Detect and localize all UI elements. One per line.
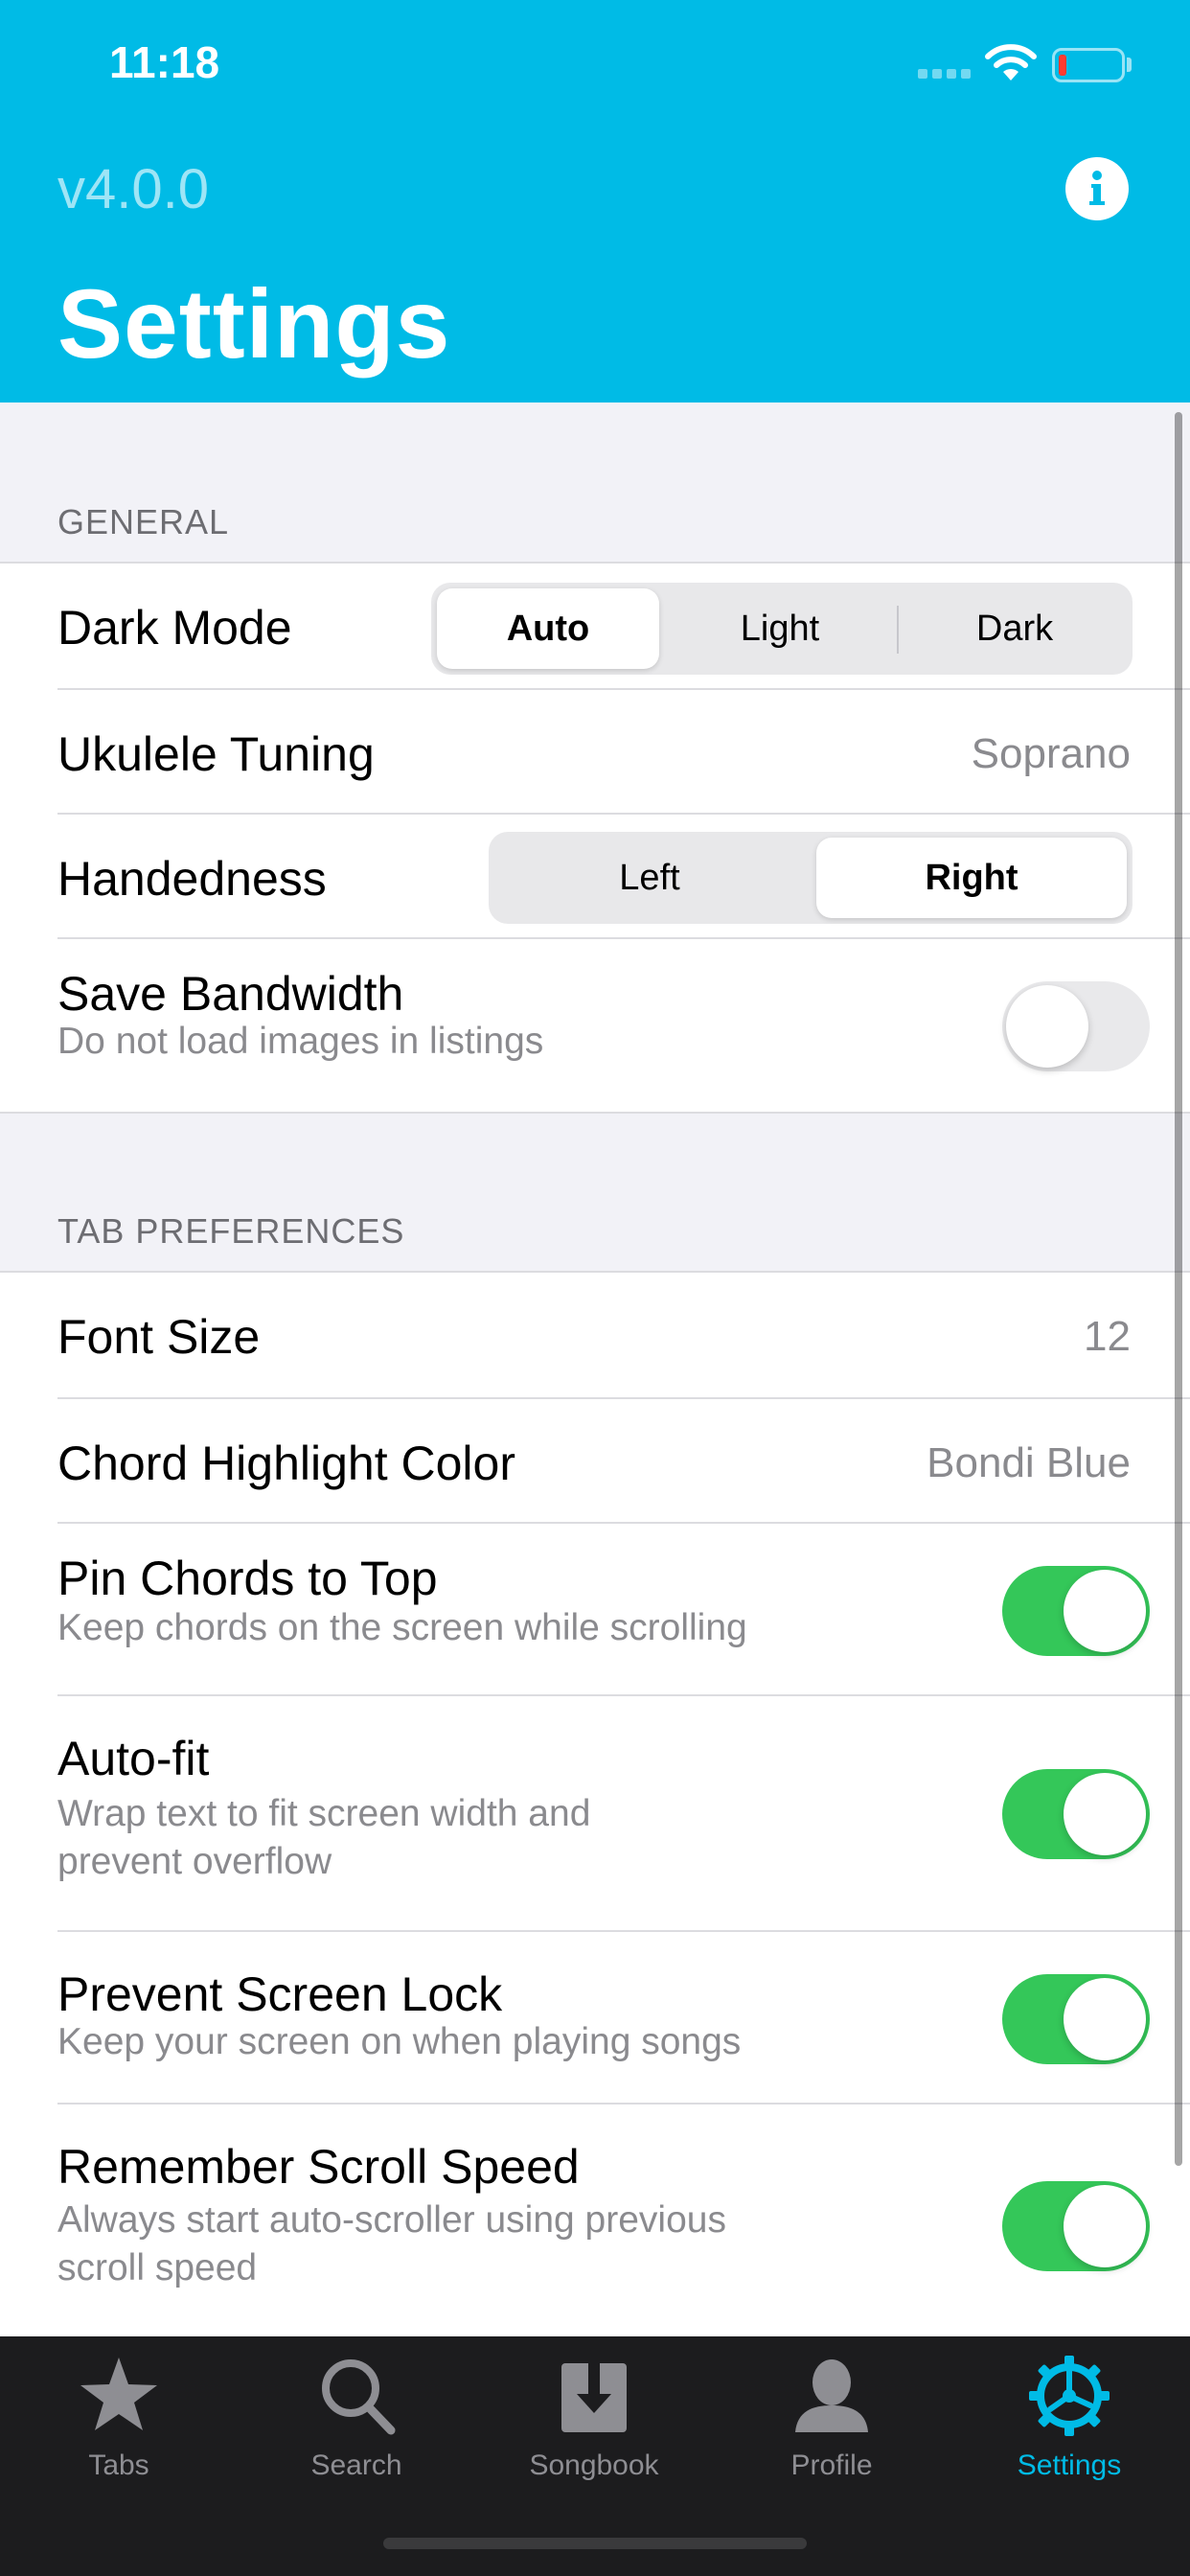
pin-chords-label: Pin Chords to Top <box>57 1552 438 1605</box>
home-indicator[interactable] <box>383 2538 807 2549</box>
handedness-label: Handedness <box>57 852 327 906</box>
section-header-general: GENERAL <box>57 502 230 541</box>
remember-scroll-speed-toggle[interactable] <box>1002 2181 1150 2271</box>
font-size-label: Font Size <box>57 1310 261 1364</box>
pin-chords-row: Pin Chords to Top Keep chords on the scr… <box>0 1524 1190 1696</box>
pin-chords-toggle[interactable] <box>1002 1566 1150 1656</box>
handedness-segmented-control: Left Right <box>489 832 1133 924</box>
scrollbar[interactable] <box>1175 412 1182 2166</box>
save-bandwidth-label: Save Bandwidth <box>57 967 404 1021</box>
cellular-signal-icon <box>918 69 972 79</box>
segment-auto[interactable]: Auto <box>437 588 659 669</box>
auto-fit-row: Auto-fit Wrap text to fit screen width a… <box>0 1696 1190 1932</box>
remember-scroll-speed-label: Remember Scroll Speed <box>57 2140 580 2194</box>
segment-right[interactable]: Right <box>816 838 1127 918</box>
ukulele-tuning-label: Ukulele Tuning <box>57 727 375 781</box>
info-icon <box>1089 171 1105 205</box>
chord-highlight-value: Bondi Blue <box>927 1439 1131 1486</box>
ukulele-tuning-row[interactable]: Ukulele Tuning Soprano <box>0 690 1190 815</box>
tab-label: Settings <box>1017 2450 1122 2481</box>
font-size-value: 12 <box>1084 1313 1131 1360</box>
tab-tabs[interactable]: Tabs <box>23 2350 215 2484</box>
tab-label: Profile <box>790 2450 873 2481</box>
tab-preferences-group: Font Size 12 Chord Highlight Color Bondi… <box>0 1271 1190 2344</box>
auto-fit-toggle[interactable] <box>1002 1769 1150 1859</box>
remember-scroll-speed-subtitle-line2: scroll speed <box>57 2247 258 2288</box>
save-bandwidth-toggle[interactable] <box>1002 981 1150 1071</box>
segment-left[interactable]: Left <box>494 838 805 918</box>
info-button[interactable] <box>1065 157 1129 220</box>
remember-scroll-speed-row: Remember Scroll Speed Always start auto-… <box>0 2104 1190 2344</box>
person-icon <box>795 2359 868 2432</box>
tab-label: Songbook <box>529 2450 659 2481</box>
font-size-row[interactable]: Font Size 12 <box>0 1273 1190 1399</box>
remember-scroll-speed-subtitle-line1: Always start auto-scroller using previou… <box>57 2199 726 2241</box>
section-header-tab-preferences: TAB PREFERENCES <box>57 1211 405 1251</box>
save-bandwidth-row: Save Bandwidth Do not load images in lis… <box>0 939 1190 1114</box>
general-group: Dark Mode Auto Light Dark Ukulele Tuning… <box>0 562 1190 1114</box>
handedness-row: Handedness Left Right <box>0 815 1190 939</box>
gear-icon <box>1029 2356 1110 2436</box>
auto-fit-label: Auto-fit <box>57 1732 210 1785</box>
status-time: 11:18 <box>109 37 220 87</box>
dark-mode-label: Dark Mode <box>57 601 292 655</box>
tab-label: Tabs <box>88 2450 149 2481</box>
prevent-screen-lock-label: Prevent Screen Lock <box>57 1967 503 2021</box>
pin-chords-subtitle: Keep chords on the screen while scrollin… <box>57 1607 747 1648</box>
prevent-screen-lock-row: Prevent Screen Lock Keep your screen on … <box>0 1932 1190 2104</box>
segment-light[interactable]: Light <box>667 588 893 669</box>
ukulele-tuning-value: Soprano <box>971 730 1131 777</box>
auto-fit-subtitle-line1: Wrap text to fit screen width and <box>57 1793 591 1834</box>
tab-search[interactable]: Search <box>261 2350 452 2484</box>
dark-mode-segmented-control: Auto Light Dark <box>431 583 1133 675</box>
dark-mode-row: Dark Mode Auto Light Dark <box>0 564 1190 690</box>
tab-settings[interactable]: Settings <box>973 2350 1165 2484</box>
version-label: v4.0.0 <box>57 158 209 220</box>
wifi-icon <box>985 44 1037 80</box>
tab-label: Search <box>310 2450 402 2481</box>
tab-profile[interactable]: Profile <box>736 2350 927 2484</box>
chord-highlight-row[interactable]: Chord Highlight Color Bondi Blue <box>0 1399 1190 1524</box>
search-icon <box>322 2359 396 2435</box>
prevent-screen-lock-toggle[interactable] <box>1002 1974 1150 2064</box>
auto-fit-subtitle-line2: prevent overflow <box>57 1841 332 1882</box>
segment-dark[interactable]: Dark <box>903 588 1127 669</box>
battery-icon <box>1052 48 1125 82</box>
prevent-screen-lock-subtitle: Keep your screen on when playing songs <box>57 2021 742 2062</box>
header: 11:18 v4.0.0 Settings <box>0 0 1190 402</box>
download-box-icon <box>561 2356 627 2432</box>
star-icon <box>80 2358 157 2430</box>
save-bandwidth-subtitle: Do not load images in listings <box>57 1021 544 1062</box>
chord-highlight-label: Chord Highlight Color <box>57 1437 516 1490</box>
tab-songbook[interactable]: Songbook <box>498 2350 690 2484</box>
page-title: Settings <box>57 269 451 379</box>
